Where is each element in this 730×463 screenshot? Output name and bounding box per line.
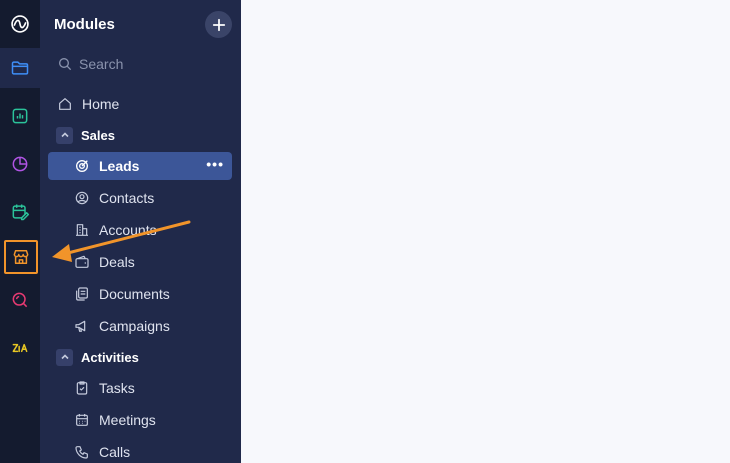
folder-icon[interactable] (3, 51, 37, 85)
section-label: Activities (81, 349, 139, 365)
pie-chart-icon[interactable] (3, 147, 37, 181)
contact-icon (73, 189, 91, 207)
crm-logo-icon[interactable] (3, 7, 37, 41)
chevron-up-icon (56, 126, 73, 144)
plus-icon (212, 18, 225, 31)
home-icon (56, 95, 74, 113)
nav-item-label: Leads (99, 158, 140, 174)
documents-icon (73, 285, 91, 303)
zia-icon[interactable] (3, 331, 37, 365)
search-zoom-icon[interactable] (3, 283, 37, 317)
nav-item-label: Campaigns (99, 318, 170, 334)
nav-item-contacts[interactable]: Contacts (48, 184, 232, 212)
megaphone-icon (73, 317, 91, 335)
section-label: Sales (81, 127, 115, 143)
nav-item-label: Accounts (99, 222, 157, 238)
nav-item-label: Calls (99, 444, 131, 460)
building-icon (73, 221, 91, 239)
main-content (241, 0, 730, 463)
add-module-button[interactable] (205, 11, 232, 38)
task-icon (73, 379, 91, 397)
modules-panel: Modules Search Home Sales Leads ••• Cont… (40, 0, 241, 463)
calendar-icon (73, 411, 91, 429)
calendar-edit-icon[interactable] (3, 195, 37, 229)
search-placeholder: Search (79, 56, 124, 72)
section-sales[interactable]: Sales (56, 125, 115, 145)
nav-item-campaigns[interactable]: Campaigns (48, 312, 232, 340)
nav-item-calls[interactable]: Calls (48, 438, 232, 463)
analytics-icon[interactable] (3, 99, 37, 133)
nav-item-home[interactable]: Home (48, 90, 232, 118)
nav-item-tasks[interactable]: Tasks (48, 374, 232, 402)
section-activities[interactable]: Activities (56, 347, 139, 367)
nav-item-documents[interactable]: Documents (48, 280, 232, 308)
nav-item-label: Meetings (99, 412, 156, 428)
nav-item-leads[interactable]: Leads ••• (48, 152, 232, 180)
chevron-up-icon (56, 348, 73, 366)
nav-item-deals[interactable]: Deals (48, 248, 232, 276)
nav-item-label: Home (82, 96, 120, 112)
wallet-icon (73, 253, 91, 271)
nav-item-label: Contacts (99, 190, 155, 206)
storefront-icon[interactable] (4, 240, 38, 274)
nav-item-meetings[interactable]: Meetings (48, 406, 232, 434)
app-icon-rail (0, 0, 40, 463)
phone-icon (73, 443, 91, 461)
more-options-icon[interactable]: ••• (206, 157, 224, 171)
nav-item-label: Deals (99, 254, 135, 270)
panel-title: Modules (54, 16, 115, 33)
search-icon (59, 58, 72, 71)
nav-item-label: Documents (99, 286, 170, 302)
nav-item-accounts[interactable]: Accounts (48, 216, 232, 244)
target-icon (73, 157, 91, 175)
nav-item-label: Tasks (99, 380, 135, 396)
search-input[interactable]: Search (57, 56, 123, 72)
